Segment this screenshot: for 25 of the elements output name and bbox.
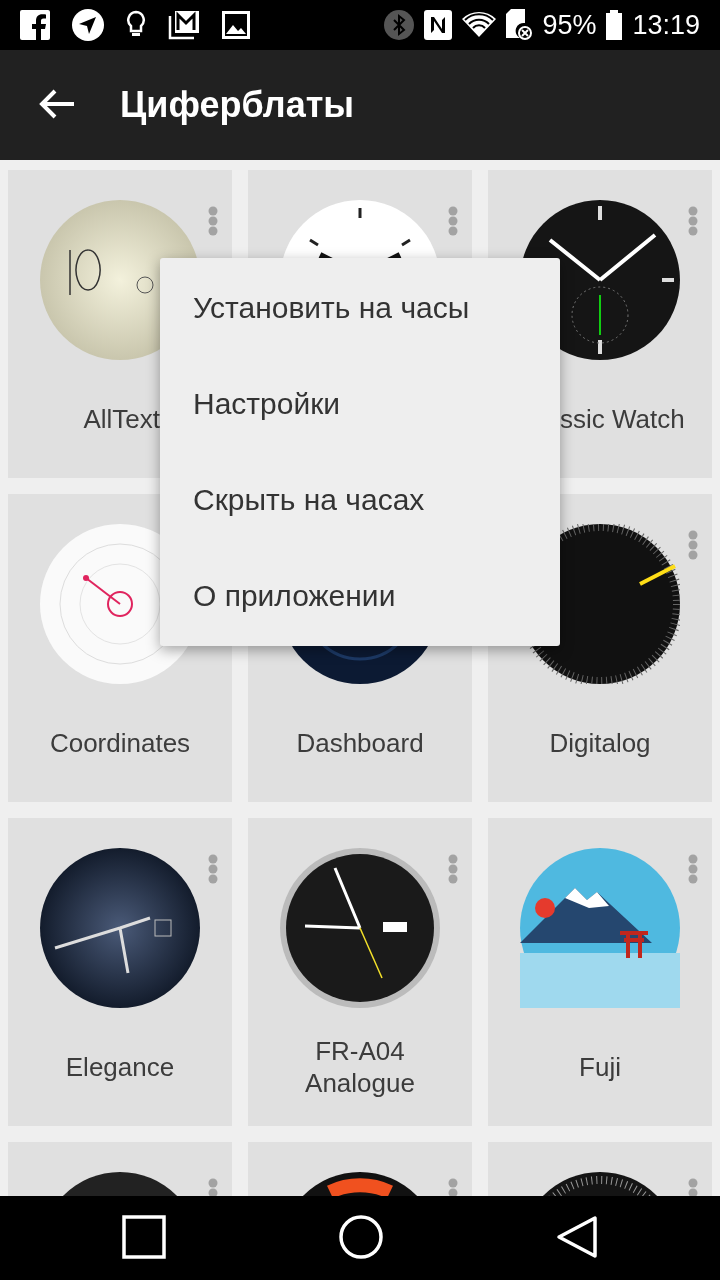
wifi-icon xyxy=(462,11,497,39)
home-button[interactable] xyxy=(339,1214,383,1262)
bluetooth-icon xyxy=(384,10,415,40)
watch-face-name: Digitalog xyxy=(548,726,652,760)
navigation-icon xyxy=(72,9,104,41)
watch-face-name: Coordinates xyxy=(48,726,192,760)
mail-icon xyxy=(168,10,200,40)
watch-face-name: Elegance xyxy=(64,1050,176,1084)
recent-apps-button[interactable] xyxy=(121,1214,166,1262)
image-icon xyxy=(222,11,250,39)
watch-face-card[interactable]: Elegance xyxy=(8,818,232,1126)
watch-face-name: Dashboard xyxy=(295,726,425,760)
nfc-icon xyxy=(424,10,453,40)
watch-face-name: AllText xyxy=(82,402,160,436)
sd-card-icon xyxy=(506,9,533,41)
battery-percent: 95% xyxy=(542,9,597,41)
watch-face-name: FR-A04 Analogue xyxy=(304,1034,416,1100)
watch-face-card[interactable]: FR-A04 Analogue xyxy=(248,818,472,1126)
watch-face-name: ssic Watch xyxy=(560,402,686,436)
screen-title: Циферблаты xyxy=(120,84,355,126)
watch-face-card[interactable]: Fuji xyxy=(488,818,712,1126)
battery-icon xyxy=(606,10,623,40)
clock-time: 13:19 xyxy=(632,9,700,41)
facebook-icon xyxy=(20,10,50,40)
watch-face-name: Fuji xyxy=(578,1050,622,1084)
